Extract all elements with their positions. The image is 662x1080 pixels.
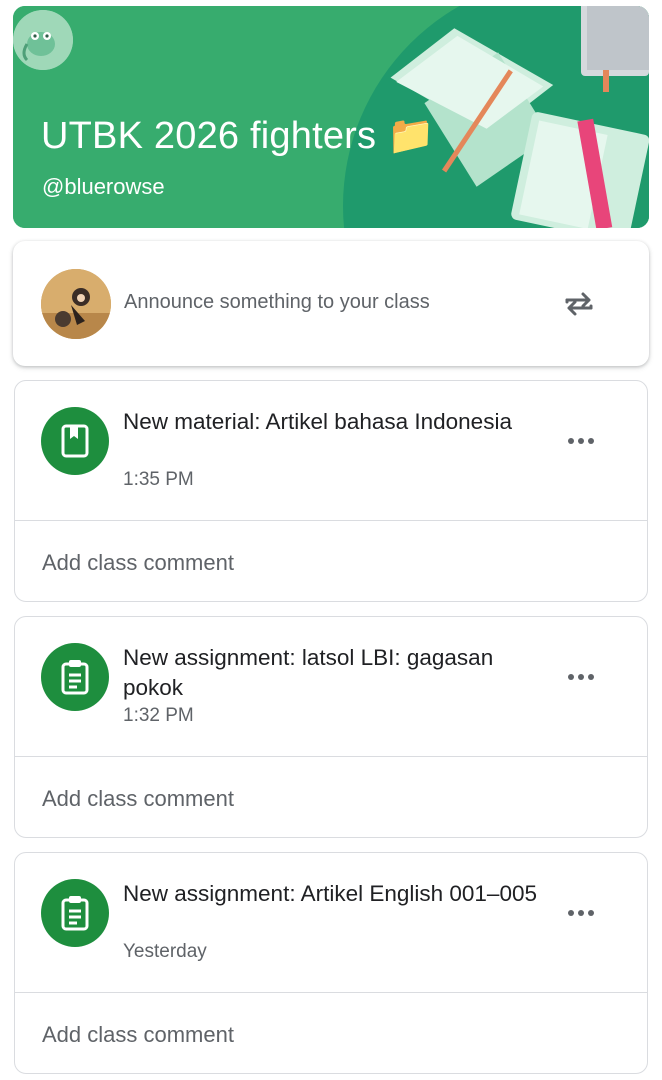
add-class-comment[interactable]: Add class comment — [42, 786, 234, 812]
repost-icon[interactable] — [559, 284, 599, 324]
stream-item-time: 1:35 PM — [123, 469, 194, 490]
stream-item-time: 1:32 PM — [123, 705, 194, 726]
class-owner: @bluerowse — [42, 174, 165, 199]
assignment-icon — [41, 643, 109, 711]
stream-item-title[interactable]: New assignment: Artikel English 001–005 — [123, 879, 543, 909]
assignment-icon — [41, 879, 109, 947]
material-book-icon — [41, 407, 109, 475]
more-options-icon[interactable] — [563, 429, 599, 453]
user-avatar — [41, 269, 111, 339]
add-class-comment[interactable]: Add class comment — [42, 550, 234, 576]
add-class-comment[interactable]: Add class comment — [42, 1022, 234, 1048]
stream-item-time: Yesterday — [123, 941, 207, 962]
stream-item[interactable]: New assignment: Artikel English 001–005 … — [14, 852, 648, 1074]
more-options-icon[interactable] — [563, 665, 599, 689]
divider — [15, 756, 647, 757]
announce-placeholder[interactable]: Announce something to your class — [124, 291, 430, 314]
stream-item-title[interactable]: New assignment: latsol LBI: gagasan poko… — [123, 643, 543, 703]
stream-item[interactable]: New material: Artikel bahasa Indonesia 1… — [14, 380, 648, 602]
class-avatar[interactable] — [13, 10, 73, 70]
class-banner[interactable]: UTBK 2026 fighters 📁 @bluerowse — [13, 6, 649, 228]
class-title: UTBK 2026 fighters 📁 — [41, 115, 435, 157]
divider — [15, 520, 647, 521]
stream-item-title[interactable]: New material: Artikel bahasa Indonesia — [123, 407, 543, 437]
announce-box[interactable]: Announce something to your class — [13, 241, 649, 366]
more-options-icon[interactable] — [563, 901, 599, 925]
stream-item[interactable]: New assignment: latsol LBI: gagasan poko… — [14, 616, 648, 838]
divider — [15, 992, 647, 993]
